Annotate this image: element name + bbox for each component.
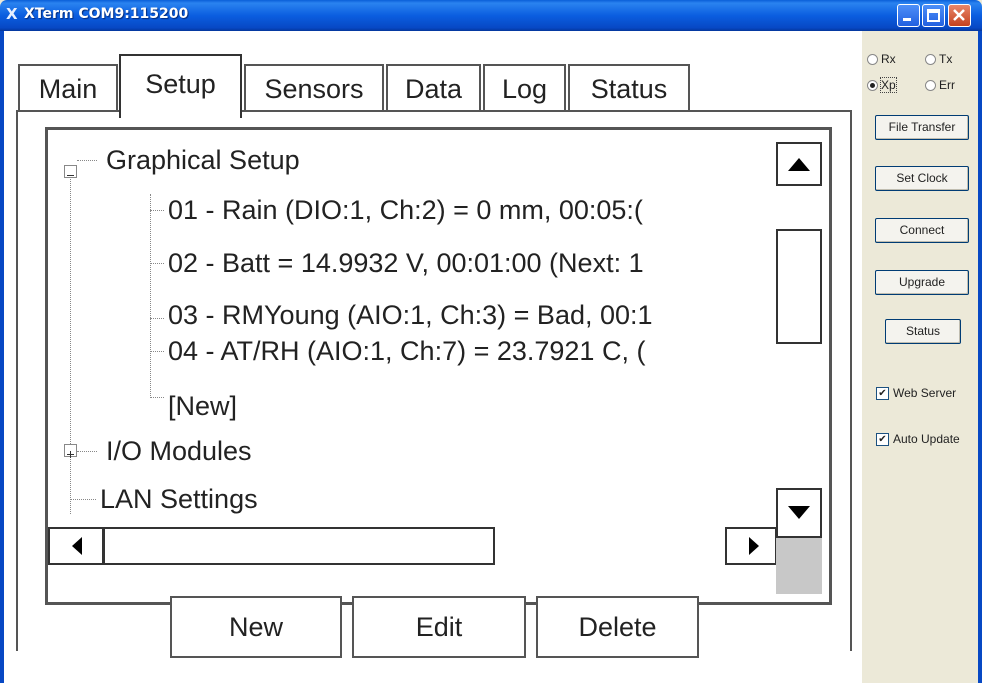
new-button[interactable]: New — [170, 596, 342, 658]
tree-line — [150, 263, 164, 264]
radio-err[interactable]: Err — [925, 78, 955, 92]
tree-line — [150, 318, 164, 319]
checkbox-label: Web Server — [893, 386, 957, 400]
tree-item-graphical-setup[interactable]: Graphical Setup — [106, 143, 300, 177]
collapse-toggle-graphical-setup[interactable] — [64, 165, 77, 178]
checkbox-label: Auto Update — [893, 432, 960, 446]
tree-line — [70, 499, 96, 500]
tree-item-sensor[interactable]: 01 - Rain (DIO:1, Ch:2) = 0 mm, 00:05:( — [168, 193, 774, 227]
radio-label: Tx — [939, 52, 953, 66]
arrow-down-icon — [788, 506, 810, 519]
tab-main[interactable]: Main — [18, 64, 118, 112]
radio-button-icon — [925, 54, 936, 66]
tab-setup[interactable]: Setup — [119, 54, 242, 118]
radio-button-icon — [867, 54, 878, 66]
checkbox-checked-icon: ✔ — [876, 433, 889, 447]
tree-item-lan-settings[interactable]: LAN Settings — [100, 482, 258, 516]
tree-line — [150, 397, 164, 398]
radio-rx[interactable]: Rx — [867, 52, 896, 66]
expand-toggle-io-modules[interactable] — [64, 444, 77, 458]
tree-item-sensor[interactable]: 04 - AT/RH (AIO:1, Ch:7) = 23.7921 C, ( — [168, 334, 774, 368]
tree-line — [150, 210, 164, 211]
tab-log[interactable]: Log — [483, 64, 566, 112]
checkbox-checked-icon: ✔ — [876, 387, 889, 401]
title-bar[interactable]: X XTerm COM9:115200 — [0, 0, 982, 31]
tab-status[interactable]: Status — [568, 64, 690, 112]
radio-label: Xp — [880, 77, 897, 93]
radio-tx[interactable]: Tx — [925, 52, 952, 66]
radio-label: Rx — [881, 52, 896, 66]
tab-sensors[interactable]: Sensors — [244, 64, 384, 112]
upgrade-button[interactable]: Upgrade — [875, 270, 969, 295]
tree-line — [150, 351, 164, 352]
scroll-up-button[interactable] — [776, 142, 822, 186]
maximize-button[interactable] — [922, 4, 945, 27]
scroll-down-button[interactable] — [776, 488, 822, 538]
set-clock-button[interactable]: Set Clock — [875, 166, 969, 191]
delete-button[interactable]: Delete — [536, 596, 699, 658]
arrow-right-icon — [749, 537, 759, 555]
web-server-checkbox[interactable]: ✔ Web Server — [876, 386, 957, 401]
scroll-thumb[interactable] — [776, 229, 822, 344]
tree-item-sensor[interactable]: 03 - RMYoung (AIO:1, Ch:3) = Bad, 00:1 — [168, 298, 774, 332]
horizontal-scroll-thumb[interactable] — [103, 527, 495, 565]
radio-button-icon — [925, 80, 936, 92]
status-button[interactable]: Status — [885, 319, 961, 344]
plus-icon — [67, 451, 74, 458]
maximize-icon — [927, 9, 940, 22]
tree-line — [150, 194, 151, 398]
connect-button[interactable]: Connect — [875, 218, 969, 243]
arrow-up-icon — [788, 158, 810, 171]
close-button[interactable] — [948, 4, 971, 27]
minimize-icon — [903, 18, 911, 21]
minimize-button[interactable] — [897, 4, 920, 27]
edit-button[interactable]: Edit — [352, 596, 526, 658]
app-icon: X — [6, 5, 18, 23]
auto-update-checkbox[interactable]: ✔ Auto Update — [876, 432, 960, 447]
minus-icon — [67, 175, 74, 176]
tree-line — [70, 174, 71, 514]
radio-button-selected-icon — [867, 80, 878, 92]
tab-data[interactable]: Data — [386, 64, 481, 112]
tree-line — [77, 160, 97, 161]
tree-line — [77, 451, 97, 452]
tree-item-new[interactable]: [New] — [168, 389, 237, 423]
file-transfer-button[interactable]: File Transfer — [875, 115, 969, 140]
tree-item-io-modules[interactable]: I/O Modules — [106, 434, 252, 468]
close-icon — [953, 9, 965, 21]
scrollbar-corner — [776, 538, 822, 594]
scroll-right-button[interactable] — [725, 527, 777, 565]
radio-label: Err — [939, 78, 955, 92]
radio-xp[interactable]: Xp — [867, 77, 897, 93]
scroll-left-button[interactable] — [48, 527, 104, 565]
tree-item-sensor[interactable]: 02 - Batt = 14.9932 V, 00:01:00 (Next: 1 — [168, 246, 774, 280]
arrow-left-icon — [72, 537, 82, 555]
window-title: XTerm COM9:115200 — [24, 6, 189, 22]
